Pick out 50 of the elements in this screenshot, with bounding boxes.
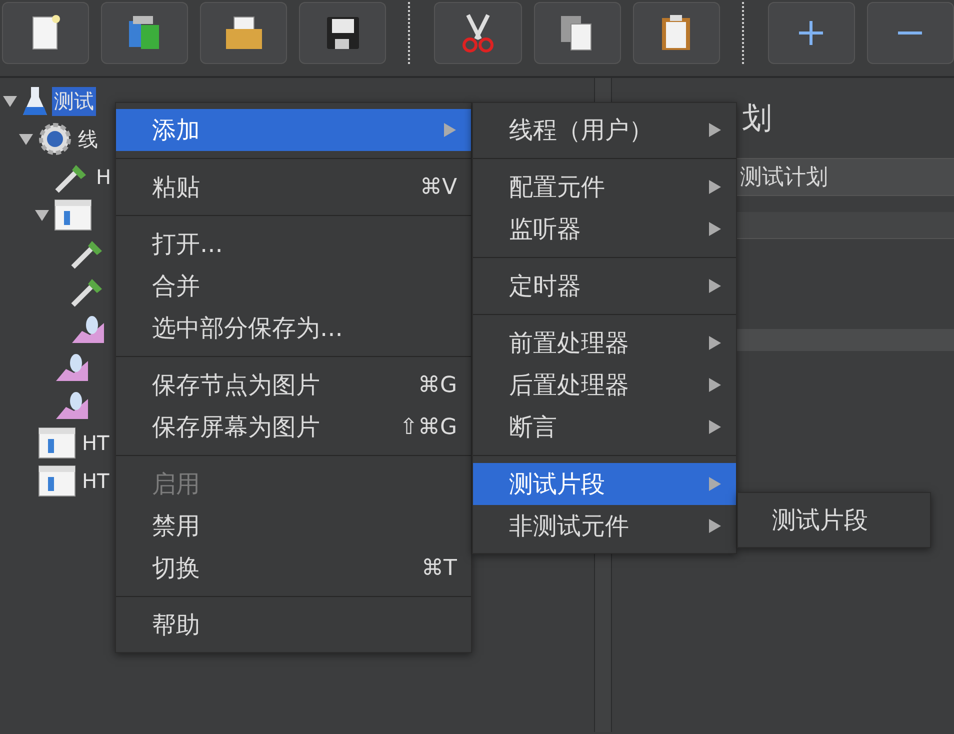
menu-item[interactable]: 粘贴 ⌘V [116, 166, 471, 208]
menu-item[interactable]: 禁用 [116, 505, 471, 547]
menu-item[interactable]: 打开... [116, 223, 471, 265]
menu-item[interactable]: 后置处理器 [473, 364, 736, 406]
menu-item[interactable]: 选中部分保存为... [116, 307, 471, 349]
collapse-arrow-icon[interactable] [18, 132, 34, 146]
plus-icon [798, 20, 824, 46]
clipboard-icon [660, 14, 692, 52]
collapse-arrow-icon[interactable] [2, 94, 18, 108]
open-button[interactable] [200, 2, 288, 64]
minus-icon [897, 30, 924, 36]
window-icon [54, 199, 92, 231]
new-button[interactable] [2, 2, 90, 64]
tree-item[interactable]: H [94, 164, 114, 190]
cut-button[interactable] [434, 2, 522, 64]
menu-item[interactable]: 测试片段 [473, 463, 736, 505]
menu-item[interactable]: 线程（用户） [473, 109, 736, 151]
save-button[interactable] [299, 2, 386, 64]
collapse-arrow-icon[interactable] [34, 208, 50, 222]
menu-item[interactable]: 合并 [116, 265, 471, 307]
menu-item[interactable]: 非测试元件 [473, 505, 736, 547]
templates-button[interactable] [101, 2, 188, 64]
tree-item[interactable]: HT [80, 468, 112, 494]
window-icon [38, 465, 76, 497]
menu-item[interactable]: 帮助 [116, 604, 471, 646]
tree-item[interactable]: 测试 [52, 86, 96, 116]
menu-item[interactable]: 前置处理器 [473, 322, 736, 364]
add-button[interactable] [768, 2, 855, 64]
window-icon [38, 427, 76, 459]
tree-item[interactable]: HT [80, 430, 112, 456]
menu-item[interactable]: 监听器 [473, 208, 736, 250]
chart-icon [54, 351, 90, 383]
menu-item[interactable]: 保存屏幕为图片 ⇧⌘G [116, 406, 471, 448]
folder-icon [224, 15, 264, 51]
panel-title: 划 [742, 101, 772, 136]
menu-item[interactable]: 切换 ⌘T [116, 547, 471, 589]
paste-button[interactable] [632, 2, 720, 64]
menu-item[interactable]: 定时器 [473, 265, 736, 307]
menu-item[interactable]: 添加 [116, 109, 471, 151]
flask-icon [22, 85, 48, 117]
tree-item[interactable]: 线 [76, 124, 100, 154]
chart-icon [70, 313, 106, 345]
menu-item[interactable]: 测试片段 [738, 499, 930, 541]
gear-icon [38, 122, 72, 156]
new-file-icon [30, 15, 61, 51]
copy-button[interactable] [534, 2, 621, 64]
menu-item[interactable]: 断言 [473, 406, 736, 448]
menu-item[interactable]: 保存节点为图片 ⌘G [116, 364, 471, 406]
chart-icon [54, 389, 90, 421]
scissors-icon [460, 13, 496, 53]
